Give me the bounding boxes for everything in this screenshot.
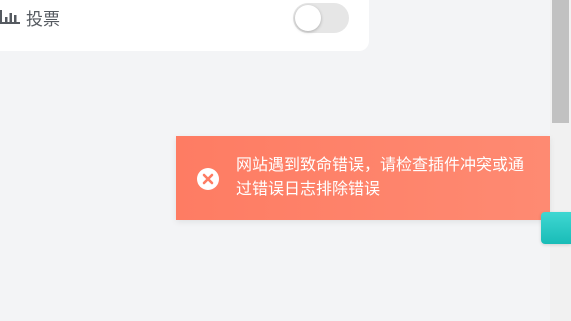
poll-setting-card: 投票 xyxy=(0,0,369,51)
toggle-knob[interactable] xyxy=(295,5,321,31)
side-float-tab[interactable] xyxy=(541,212,571,244)
page-scrollbar[interactable] xyxy=(550,0,571,321)
poll-label: 投票 xyxy=(26,9,60,30)
error-message: 网站遇到致命错误，请检查插件冲突或通过错误日志排除错误 xyxy=(236,155,525,198)
poll-row: 投票 xyxy=(0,2,60,32)
error-toast: 网站遇到致命错误，请检查插件冲突或通过错误日志排除错误 xyxy=(176,136,550,220)
error-close-icon[interactable] xyxy=(197,168,219,190)
poll-toggle[interactable] xyxy=(293,3,349,33)
bar-chart-icon xyxy=(0,10,20,24)
scrollbar-thumb[interactable] xyxy=(552,0,569,123)
